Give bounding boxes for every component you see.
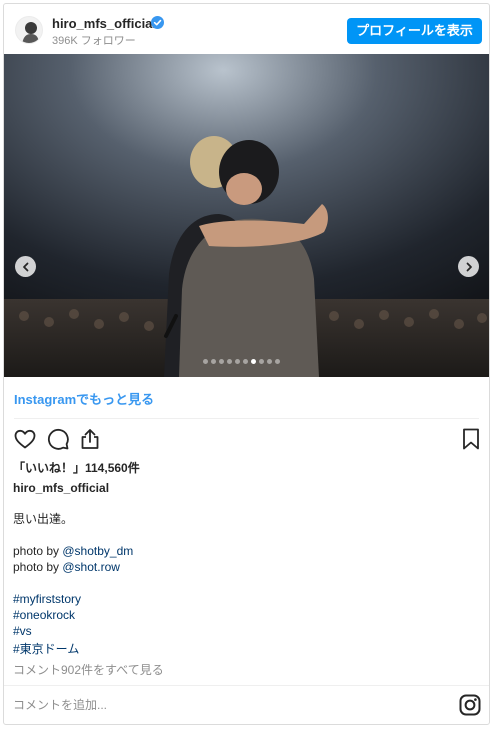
carousel-dot: [243, 359, 248, 364]
view-all-comments-link[interactable]: コメント902件をすべて見る: [13, 661, 164, 678]
heart-icon[interactable]: [13, 427, 37, 451]
instagram-embed-card: hiro_mfs_official 396K フォロワー プロフィールを表示 I…: [3, 3, 490, 725]
mention-link[interactable]: @shot.row: [62, 560, 120, 574]
chevron-right-icon: [466, 262, 472, 271]
bookmark-icon[interactable]: [459, 427, 483, 451]
add-comment-input[interactable]: [13, 694, 433, 716]
post-photo[interactable]: [4, 54, 489, 377]
chevron-left-icon: [22, 262, 28, 271]
comment-icon[interactable]: [46, 427, 70, 451]
carousel-dot: [227, 359, 232, 364]
hashtag-link[interactable]: #vs: [13, 624, 32, 638]
divider: [4, 685, 489, 686]
header-username[interactable]: hiro_mfs_official: [52, 16, 156, 31]
carousel-dot: [211, 359, 216, 364]
hashtag-link[interactable]: #東京ドーム: [13, 640, 79, 657]
carousel-dot: [235, 359, 240, 364]
carousel-prev-button[interactable]: [15, 256, 36, 277]
hashtag-link[interactable]: #oneokrock: [13, 608, 75, 622]
carousel-next-button[interactable]: [458, 256, 479, 277]
avatar[interactable]: [15, 16, 43, 44]
carousel-dot: [259, 359, 264, 364]
carousel-dot: [275, 359, 280, 364]
carousel-dot: [203, 359, 208, 364]
carousel-dot-active: [251, 359, 256, 364]
hashtag-link[interactable]: #myfirststory: [13, 592, 81, 606]
like-count[interactable]: 「いいね！」114,560件: [13, 459, 140, 476]
mention-link[interactable]: @shotby_dm: [62, 544, 133, 558]
carousel-dot: [267, 359, 272, 364]
carousel-dot: [219, 359, 224, 364]
caption-username[interactable]: hiro_mfs_official: [13, 481, 109, 495]
follower-count: 396K フォロワー: [52, 35, 136, 47]
credit-prefix: photo by: [13, 560, 63, 574]
post-header: hiro_mfs_official 396K フォロワー プロフィールを表示: [4, 4, 489, 54]
verified-badge-icon: [151, 16, 164, 29]
share-icon[interactable]: [78, 427, 102, 451]
credit-prefix: photo by: [13, 544, 63, 558]
concert-photo: [4, 54, 489, 377]
view-profile-button[interactable]: プロフィールを表示: [347, 18, 482, 44]
photo-credit-1: photo by @shotby_dm: [13, 543, 133, 559]
more-on-instagram-link[interactable]: Instagramでもっと見る: [14, 389, 154, 408]
carousel-indicator: [203, 359, 280, 364]
caption-text: 思い出達。: [13, 512, 74, 526]
instagram-icon[interactable]: [459, 694, 481, 716]
photo-credit-2: photo by @shot.row: [13, 559, 120, 575]
divider: [14, 418, 479, 419]
